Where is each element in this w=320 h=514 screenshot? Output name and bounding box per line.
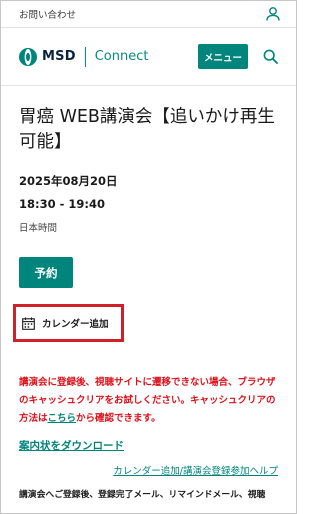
menu-button[interactable]: メニュー xyxy=(198,44,248,69)
user-icon[interactable] xyxy=(266,7,280,21)
calendar-label: カレンダー追加 xyxy=(42,319,109,330)
event-timezone: 日本時間 xyxy=(19,223,58,234)
calendar-icon xyxy=(22,316,35,330)
calendar-registration-help-link[interactable]: カレンダー追加/講演会登録参加ヘルプ xyxy=(19,463,278,477)
page-frame: お問い合わせ MSD Connect メニュー 胃癌 WEB講演会【追いかけ再生… xyxy=(0,0,297,514)
reserve-button[interactable]: 予約 xyxy=(19,257,73,288)
user-icon-svg xyxy=(266,7,280,21)
event-title: 胃癌 WEB講演会【追いかけ再生可能】 xyxy=(19,107,275,152)
cache-help-link[interactable]: こちら xyxy=(48,413,77,424)
download-invitation-link[interactable]: 案内状をダウンロード xyxy=(19,438,124,453)
event-detail: 胃癌 WEB講演会【追いかけ再生可能】 2025年08月20日 18:30 - … xyxy=(1,105,296,500)
logo-text: MSD xyxy=(42,49,76,64)
top-utility-bar: お問い合わせ xyxy=(1,1,296,28)
search-icon[interactable] xyxy=(263,49,278,64)
event-time: 18:30 - 19:40 xyxy=(19,197,105,211)
search-icon-svg xyxy=(263,49,278,64)
msd-logo-icon xyxy=(19,47,37,66)
registration-info-text: 講演会へご登録後、登録完了メール、リマインドメール、視聴 xyxy=(19,490,266,500)
event-date: 2025年08月20日 xyxy=(19,174,118,188)
site-logo[interactable]: MSD Connect xyxy=(19,46,149,67)
notice-text-end: から確認できます。 xyxy=(76,413,161,424)
contact-link[interactable]: お問い合わせ xyxy=(19,7,76,21)
add-to-calendar-button[interactable]: カレンダー追加 xyxy=(13,304,124,342)
logo-divider xyxy=(84,46,86,67)
cache-notice: 講演会に登録後、視聴サイトに遷移できない場合、ブラウザのキャッシュクリアをお試し… xyxy=(19,374,278,428)
site-header: MSD Connect メニュー xyxy=(1,28,296,86)
logo-suffix: Connect xyxy=(94,49,149,64)
